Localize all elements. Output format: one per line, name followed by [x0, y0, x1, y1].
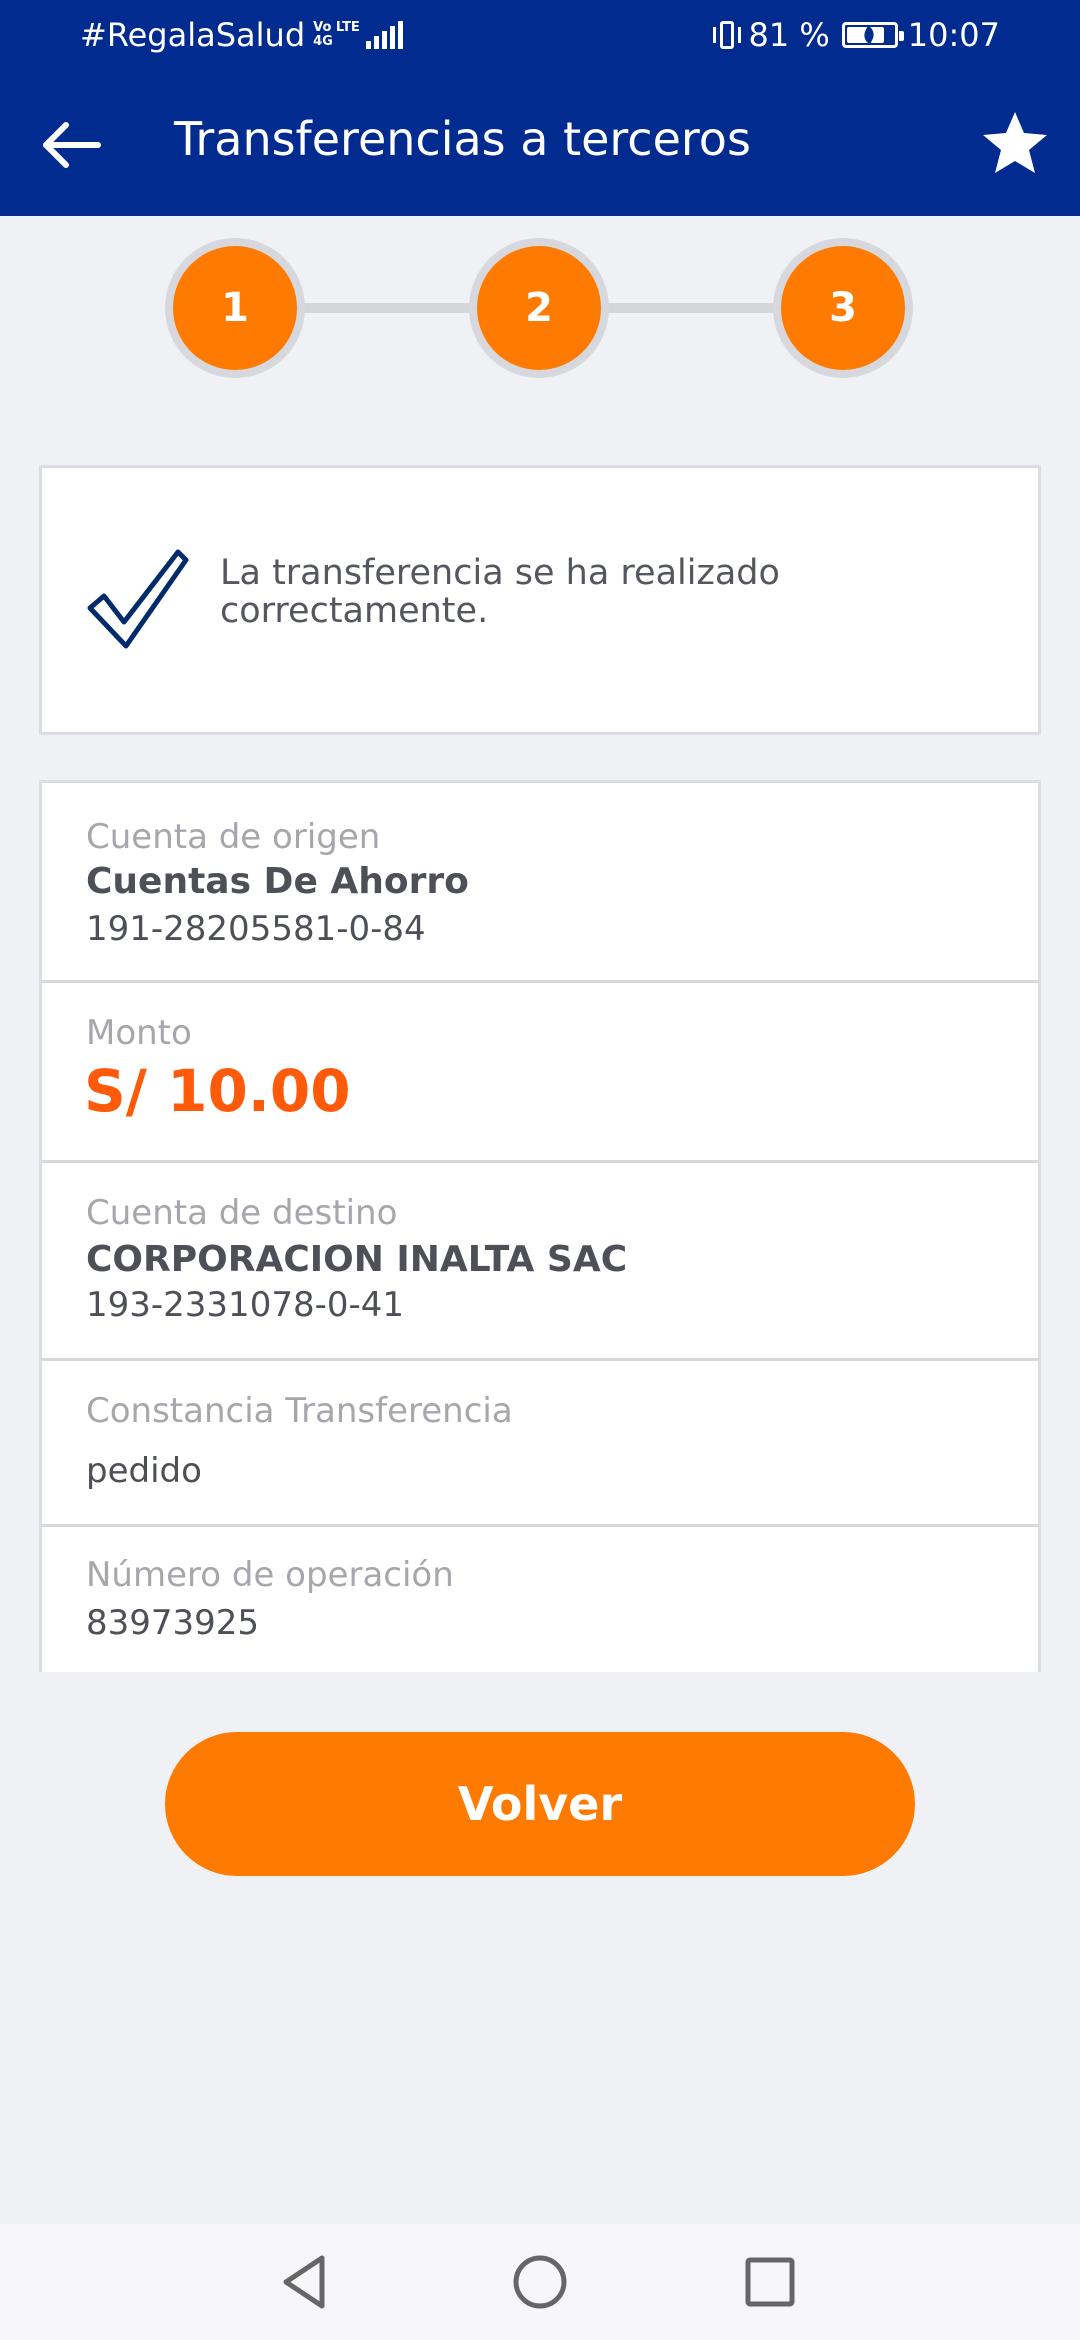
step-2: 2	[469, 238, 609, 378]
clock: 10:07	[907, 16, 1000, 54]
app-header: #RegalaSalud Vo LTE 4G 81 % 10:07 Transf…	[0, 0, 1080, 216]
nav-back-button[interactable]	[276, 2250, 340, 2314]
nav-home-button[interactable]	[508, 2250, 572, 2314]
star-icon	[983, 112, 1047, 173]
nav-recents-button[interactable]	[738, 2250, 802, 2314]
destination-account-name: CORPORACION INALTA SAC	[86, 1239, 628, 1280]
favorite-button[interactable]	[980, 108, 1050, 178]
origin-account-row: Cuenta de origen Cuentas De Ahorro 191-2…	[42, 783, 1038, 983]
network-badge: Vo LTE 4G	[313, 21, 360, 49]
origin-account-number: 191-28205581-0-84	[86, 909, 426, 949]
origin-account-name: Cuentas De Ahorro	[86, 861, 469, 902]
volver-button[interactable]: Volver	[165, 1732, 915, 1876]
vibrate-icon	[712, 19, 742, 51]
destination-account-number: 193-2331078-0-41	[86, 1285, 405, 1325]
amount-value: S/ 10.00	[84, 1057, 351, 1125]
amount-label: Monto	[86, 1013, 192, 1053]
progress-stepper: 1 2 3	[0, 216, 1080, 386]
battery-percent: 81 %	[748, 16, 830, 54]
step-1: 1	[165, 238, 305, 378]
circle-home-icon	[513, 2255, 567, 2309]
back-button[interactable]	[38, 110, 108, 180]
carrier-label: #RegalaSalud	[80, 16, 306, 54]
volte-label: Vo LTE	[313, 20, 360, 35]
toolbar: Transferencias a terceros	[0, 72, 1080, 216]
triangle-back-icon	[283, 2255, 325, 2309]
status-left: #RegalaSalud Vo LTE 4G	[80, 16, 406, 54]
checkmark-icon	[87, 549, 189, 649]
square-recents-icon	[745, 2257, 795, 2307]
voucher-row: Constancia Transferencia pedido	[42, 1361, 1038, 1527]
system-navigation-bar	[0, 2224, 1080, 2340]
origin-label: Cuenta de origen	[86, 817, 381, 857]
voucher-label: Constancia Transferencia	[86, 1391, 513, 1431]
arrow-left-icon	[43, 122, 101, 168]
step-number: 3	[781, 246, 905, 370]
operation-number-row: Número de operación 83973925	[42, 1527, 1038, 1672]
status-right: 81 % 10:07	[712, 16, 1000, 54]
success-message: La transferencia se ha realizado correct…	[220, 553, 780, 631]
success-card: La transferencia se ha realizado correct…	[39, 465, 1041, 735]
transfer-details: Cuenta de origen Cuentas De Ahorro 191-2…	[39, 780, 1041, 1672]
voucher-value: pedido	[86, 1451, 202, 1491]
destination-label: Cuenta de destino	[86, 1193, 398, 1233]
step-number: 1	[173, 246, 297, 370]
battery-icon	[841, 22, 904, 48]
step-3: 3	[773, 238, 913, 378]
page-title: Transferencias a terceros	[174, 112, 751, 166]
status-bar: #RegalaSalud Vo LTE 4G 81 % 10:07	[0, 0, 1080, 72]
network-type-label: 4G	[313, 34, 333, 49]
amount-row: Monto S/ 10.00	[42, 983, 1038, 1163]
signal-icon	[365, 21, 406, 49]
operation-number: 83973925	[86, 1603, 260, 1643]
step-number: 2	[477, 246, 601, 370]
destination-account-row: Cuenta de destino CORPORACION INALTA SAC…	[42, 1163, 1038, 1361]
operation-label: Número de operación	[86, 1555, 454, 1595]
